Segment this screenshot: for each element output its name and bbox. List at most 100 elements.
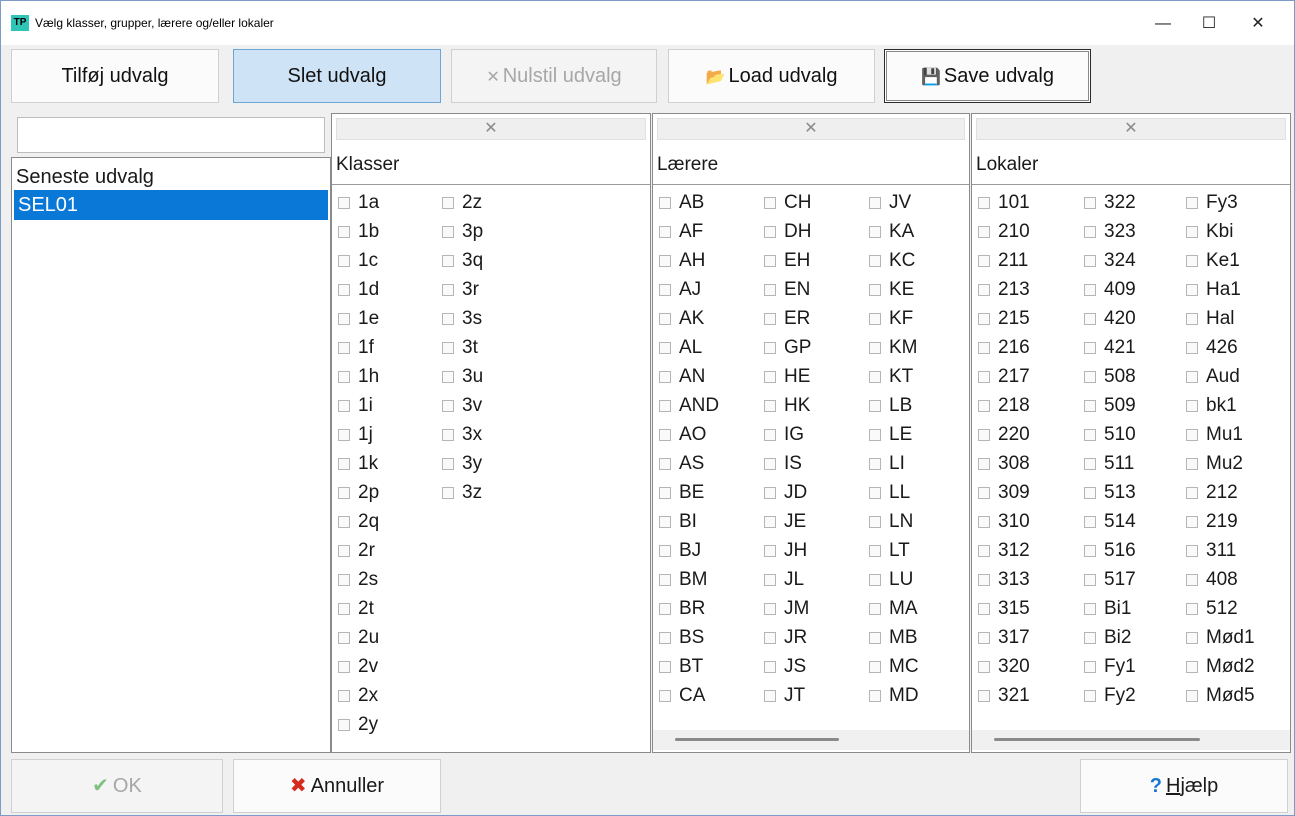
lokaler-checkbox-item[interactable]: 322 xyxy=(1084,189,1136,217)
checkbox-icon[interactable] xyxy=(764,197,776,209)
klasser-checkbox-item[interactable]: 1a xyxy=(338,189,379,217)
lokaler-checkbox-item[interactable]: 409 xyxy=(1084,276,1136,304)
klasser-checkbox-item[interactable]: 3x xyxy=(442,421,482,449)
checkbox-icon[interactable] xyxy=(338,284,350,296)
checkbox-icon[interactable] xyxy=(764,487,776,499)
checkbox-icon[interactable] xyxy=(869,226,881,238)
checkbox-icon[interactable] xyxy=(869,487,881,499)
laerere-checkbox-item[interactable]: KM xyxy=(869,334,918,362)
checkbox-icon[interactable] xyxy=(442,255,454,267)
checkbox-icon[interactable] xyxy=(869,603,881,615)
checkbox-icon[interactable] xyxy=(338,371,350,383)
checkbox-icon[interactable] xyxy=(869,574,881,586)
lokaler-checkbox-item[interactable]: 321 xyxy=(978,682,1030,710)
laerere-checkbox-item[interactable]: JD xyxy=(764,479,807,507)
checkbox-icon[interactable] xyxy=(978,400,990,412)
laerere-checkbox-item[interactable]: MC xyxy=(869,653,919,681)
laerere-checkbox-item[interactable]: AND xyxy=(659,392,719,420)
laerere-checkbox-item[interactable]: AH xyxy=(659,247,705,275)
laerere-scrollbar[interactable] xyxy=(653,730,969,750)
checkbox-icon[interactable] xyxy=(659,545,671,557)
checkbox-icon[interactable] xyxy=(869,197,881,209)
klasser-checkbox-item[interactable]: 2s xyxy=(338,566,378,594)
lokaler-checkbox-item[interactable]: 213 xyxy=(978,276,1030,304)
laerere-checkbox-item[interactable]: BS xyxy=(659,624,704,652)
checkbox-icon[interactable] xyxy=(1084,632,1096,644)
checkbox-icon[interactable] xyxy=(659,342,671,354)
laerere-checkbox-item[interactable]: JR xyxy=(764,624,807,652)
laerere-checkbox-item[interactable]: JM xyxy=(764,595,809,623)
laerere-checkbox-item[interactable]: ER xyxy=(764,305,810,333)
laerere-checkbox-item[interactable]: CH xyxy=(764,189,811,217)
checkbox-icon[interactable] xyxy=(978,226,990,238)
checkbox-icon[interactable] xyxy=(1084,458,1096,470)
add-selection-button[interactable]: Tilføj udvalg xyxy=(11,49,219,103)
checkbox-icon[interactable] xyxy=(764,690,776,702)
laerere-checkbox-item[interactable]: KE xyxy=(869,276,914,304)
checkbox-icon[interactable] xyxy=(338,226,350,238)
checkbox-icon[interactable] xyxy=(1186,574,1198,586)
checkbox-icon[interactable] xyxy=(978,632,990,644)
checkbox-icon[interactable] xyxy=(659,313,671,325)
checkbox-icon[interactable] xyxy=(338,197,350,209)
laerere-checkbox-item[interactable]: KF xyxy=(869,305,913,333)
lokaler-checkbox-item[interactable]: 311 xyxy=(1186,537,1236,565)
laerere-checkbox-item[interactable]: JH xyxy=(764,537,807,565)
klasser-checkbox-item[interactable]: 1d xyxy=(338,276,379,304)
checkbox-icon[interactable] xyxy=(659,458,671,470)
klasser-checkbox-item[interactable]: 2z xyxy=(442,189,482,217)
checkbox-icon[interactable] xyxy=(1186,603,1198,615)
checkbox-icon[interactable] xyxy=(338,429,350,441)
checkbox-icon[interactable] xyxy=(764,371,776,383)
checkbox-icon[interactable] xyxy=(869,545,881,557)
lokaler-checkbox-item[interactable]: Bi2 xyxy=(1084,624,1131,652)
lokaler-checkbox-item[interactable]: 320 xyxy=(978,653,1030,681)
laerere-checkbox-item[interactable]: CA xyxy=(659,682,705,710)
checkbox-icon[interactable] xyxy=(764,342,776,354)
checkbox-icon[interactable] xyxy=(764,574,776,586)
lokaler-checkbox-item[interactable]: 408 xyxy=(1186,566,1238,594)
checkbox-icon[interactable] xyxy=(764,400,776,412)
checkbox-icon[interactable] xyxy=(764,255,776,267)
checkbox-icon[interactable] xyxy=(869,313,881,325)
checkbox-icon[interactable] xyxy=(1084,197,1096,209)
laerere-checkbox-item[interactable]: AO xyxy=(659,421,706,449)
checkbox-icon[interactable] xyxy=(1186,429,1198,441)
laerere-checkbox-item[interactable]: IG xyxy=(764,421,804,449)
laerere-checkbox-item[interactable]: BJ xyxy=(659,537,701,565)
laerere-checkbox-item[interactable]: BE xyxy=(659,479,704,507)
checkbox-icon[interactable] xyxy=(869,632,881,644)
lokaler-checkbox-item[interactable]: 508 xyxy=(1084,363,1136,391)
klasser-checkbox-item[interactable]: 1j xyxy=(338,421,373,449)
checkbox-icon[interactable] xyxy=(338,574,350,586)
laerere-checkbox-item[interactable]: AN xyxy=(659,363,705,391)
laerere-checkbox-item[interactable]: JE xyxy=(764,508,806,536)
checkbox-icon[interactable] xyxy=(338,661,350,673)
checkbox-icon[interactable] xyxy=(1084,545,1096,557)
checkbox-icon[interactable] xyxy=(978,603,990,615)
laerere-checkbox-item[interactable]: DH xyxy=(764,218,811,246)
laerere-checkbox-item[interactable]: BT xyxy=(659,653,703,681)
checkbox-icon[interactable] xyxy=(442,487,454,499)
checkbox-icon[interactable] xyxy=(659,197,671,209)
lokaler-checkbox-item[interactable]: 315 xyxy=(978,595,1030,623)
laerere-checkbox-item[interactable]: LL xyxy=(869,479,910,507)
checkbox-icon[interactable] xyxy=(338,400,350,412)
laerere-checkbox-item[interactable]: HK xyxy=(764,392,810,420)
lokaler-checkbox-item[interactable]: 218 xyxy=(978,392,1030,420)
checkbox-icon[interactable] xyxy=(1186,632,1198,644)
laerere-checkbox-item[interactable]: AF xyxy=(659,218,703,246)
lokaler-checkbox-item[interactable]: 211 xyxy=(978,247,1028,275)
checkbox-icon[interactable] xyxy=(1084,661,1096,673)
laerere-checkbox-item[interactable]: KC xyxy=(869,247,915,275)
checkbox-icon[interactable] xyxy=(442,284,454,296)
lokaler-checkbox-item[interactable]: Fy3 xyxy=(1186,189,1238,217)
laerere-checkbox-item[interactable]: LI xyxy=(869,450,905,478)
lokaler-checkbox-item[interactable]: 310 xyxy=(978,508,1030,536)
checkbox-icon[interactable] xyxy=(1084,284,1096,296)
lokaler-checkbox-item[interactable]: Mød1 xyxy=(1186,624,1255,652)
checkbox-icon[interactable] xyxy=(659,516,671,528)
checkbox-icon[interactable] xyxy=(1084,400,1096,412)
checkbox-icon[interactable] xyxy=(1186,690,1198,702)
checkbox-icon[interactable] xyxy=(338,516,350,528)
